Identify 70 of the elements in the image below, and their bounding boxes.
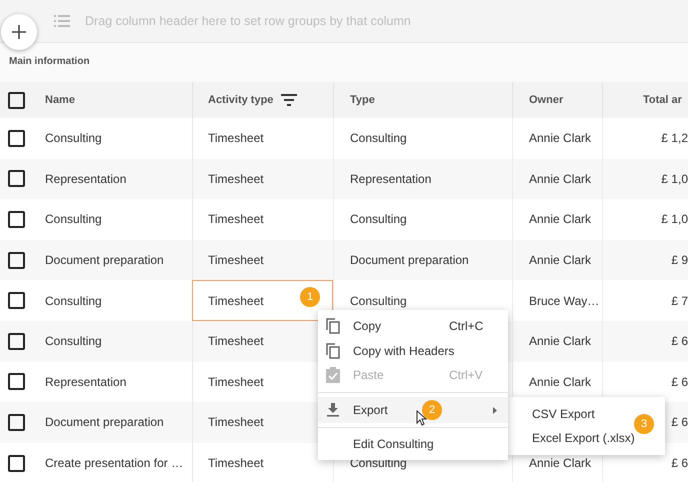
list-icon — [54, 15, 70, 27]
checkbox[interactable] — [8, 170, 25, 188]
table-cell: Annie Clark — [529, 172, 592, 186]
section-title: Main information — [0, 43, 688, 82]
table-cell: £ 1,0 — [661, 212, 688, 226]
table-cell: Document preparation — [45, 253, 164, 268]
menu-item[interactable]: Excel Export (.xlsx) — [532, 426, 635, 450]
table-cell: Document preparation — [45, 415, 164, 430]
table-cell: Annie Clark — [529, 253, 592, 268]
shortcut-text: Ctrl+C — [449, 319, 484, 334]
step-badge: 3 — [634, 414, 654, 434]
checkbox[interactable] — [8, 210, 25, 228]
submenu-arrow-icon — [493, 406, 497, 414]
checkbox[interactable] — [8, 414, 25, 431]
table-cell: Annie Clark — [529, 131, 592, 146]
table-cell: Timesheet — [208, 172, 264, 186]
menu-item[interactable]: CSV Export — [532, 402, 595, 426]
table-cell: Annie Clark — [529, 334, 592, 348]
table-cell: Timesheet — [208, 131, 264, 146]
table-cell: Timesheet — [208, 415, 264, 430]
checkbox[interactable] — [8, 454, 25, 472]
table-cell: Consulting — [45, 334, 102, 348]
table-cell: Timesheet — [208, 253, 264, 268]
table-cell: Consulting — [45, 131, 102, 146]
checkbox[interactable] — [8, 332, 25, 350]
menu-item[interactable]: Copy with Headers — [318, 338, 508, 363]
table-cell: Document preparation — [350, 253, 469, 268]
plus-icon — [11, 24, 27, 40]
table-cell: Bruce Way… — [529, 294, 600, 308]
mouse-pointer-icon — [416, 410, 427, 426]
table-cell: Representation — [45, 172, 126, 186]
step-badge: 2 — [422, 400, 442, 420]
menu-item[interactable]: Export 2 — [318, 396, 508, 422]
step-badge: 1 — [300, 287, 320, 308]
checkbox[interactable] — [8, 252, 25, 269]
table-cell: Annie Clark — [529, 212, 592, 226]
table-cell: Consulting — [45, 212, 102, 226]
copy-icon — [326, 342, 340, 359]
menu-item[interactable]: Edit Consulting — [318, 432, 508, 456]
checkbox[interactable] — [8, 92, 25, 108]
table-cell: £ 6 — [671, 456, 688, 470]
table-cell: Annie Clark — [529, 456, 592, 470]
column-header[interactable]: Name — [36, 82, 192, 118]
table-cell: Consulting — [45, 294, 102, 308]
table-cell: £ 7 — [671, 294, 688, 308]
table-cell: Timesheet — [208, 374, 264, 389]
table-cell: Representation — [45, 374, 126, 389]
table-cell: £ 6 — [671, 415, 688, 430]
table-cell: Consulting — [350, 131, 407, 146]
table-cell: Annie Clark — [529, 374, 592, 389]
table-cell: £ 9 — [671, 253, 688, 268]
table-cell: £ 1,0 — [661, 172, 688, 186]
shortcut-text: Ctrl+V — [449, 368, 483, 382]
table-cell: Timesheet — [208, 456, 264, 470]
table-cell: Timesheet — [208, 212, 264, 226]
table-cell: Consulting — [350, 456, 407, 470]
clipboard-check-icon — [326, 367, 340, 384]
checkbox[interactable] — [8, 292, 25, 310]
table-cell: Consulting — [350, 212, 407, 226]
checkbox[interactable] — [8, 130, 25, 147]
copy-icon — [326, 318, 340, 334]
checkbox[interactable] — [8, 373, 25, 390]
table-cell: Representation — [350, 172, 432, 186]
table-cell: Timesheet — [208, 334, 264, 348]
table-cell: Create presentation for … — [45, 456, 184, 470]
table-cell: £ 6 — [671, 334, 688, 348]
download-icon — [326, 402, 340, 416]
table-cell: £ 6 — [671, 374, 688, 389]
table-cell: £ 1,2 — [661, 131, 688, 146]
table-cell: Consulting — [350, 294, 407, 308]
